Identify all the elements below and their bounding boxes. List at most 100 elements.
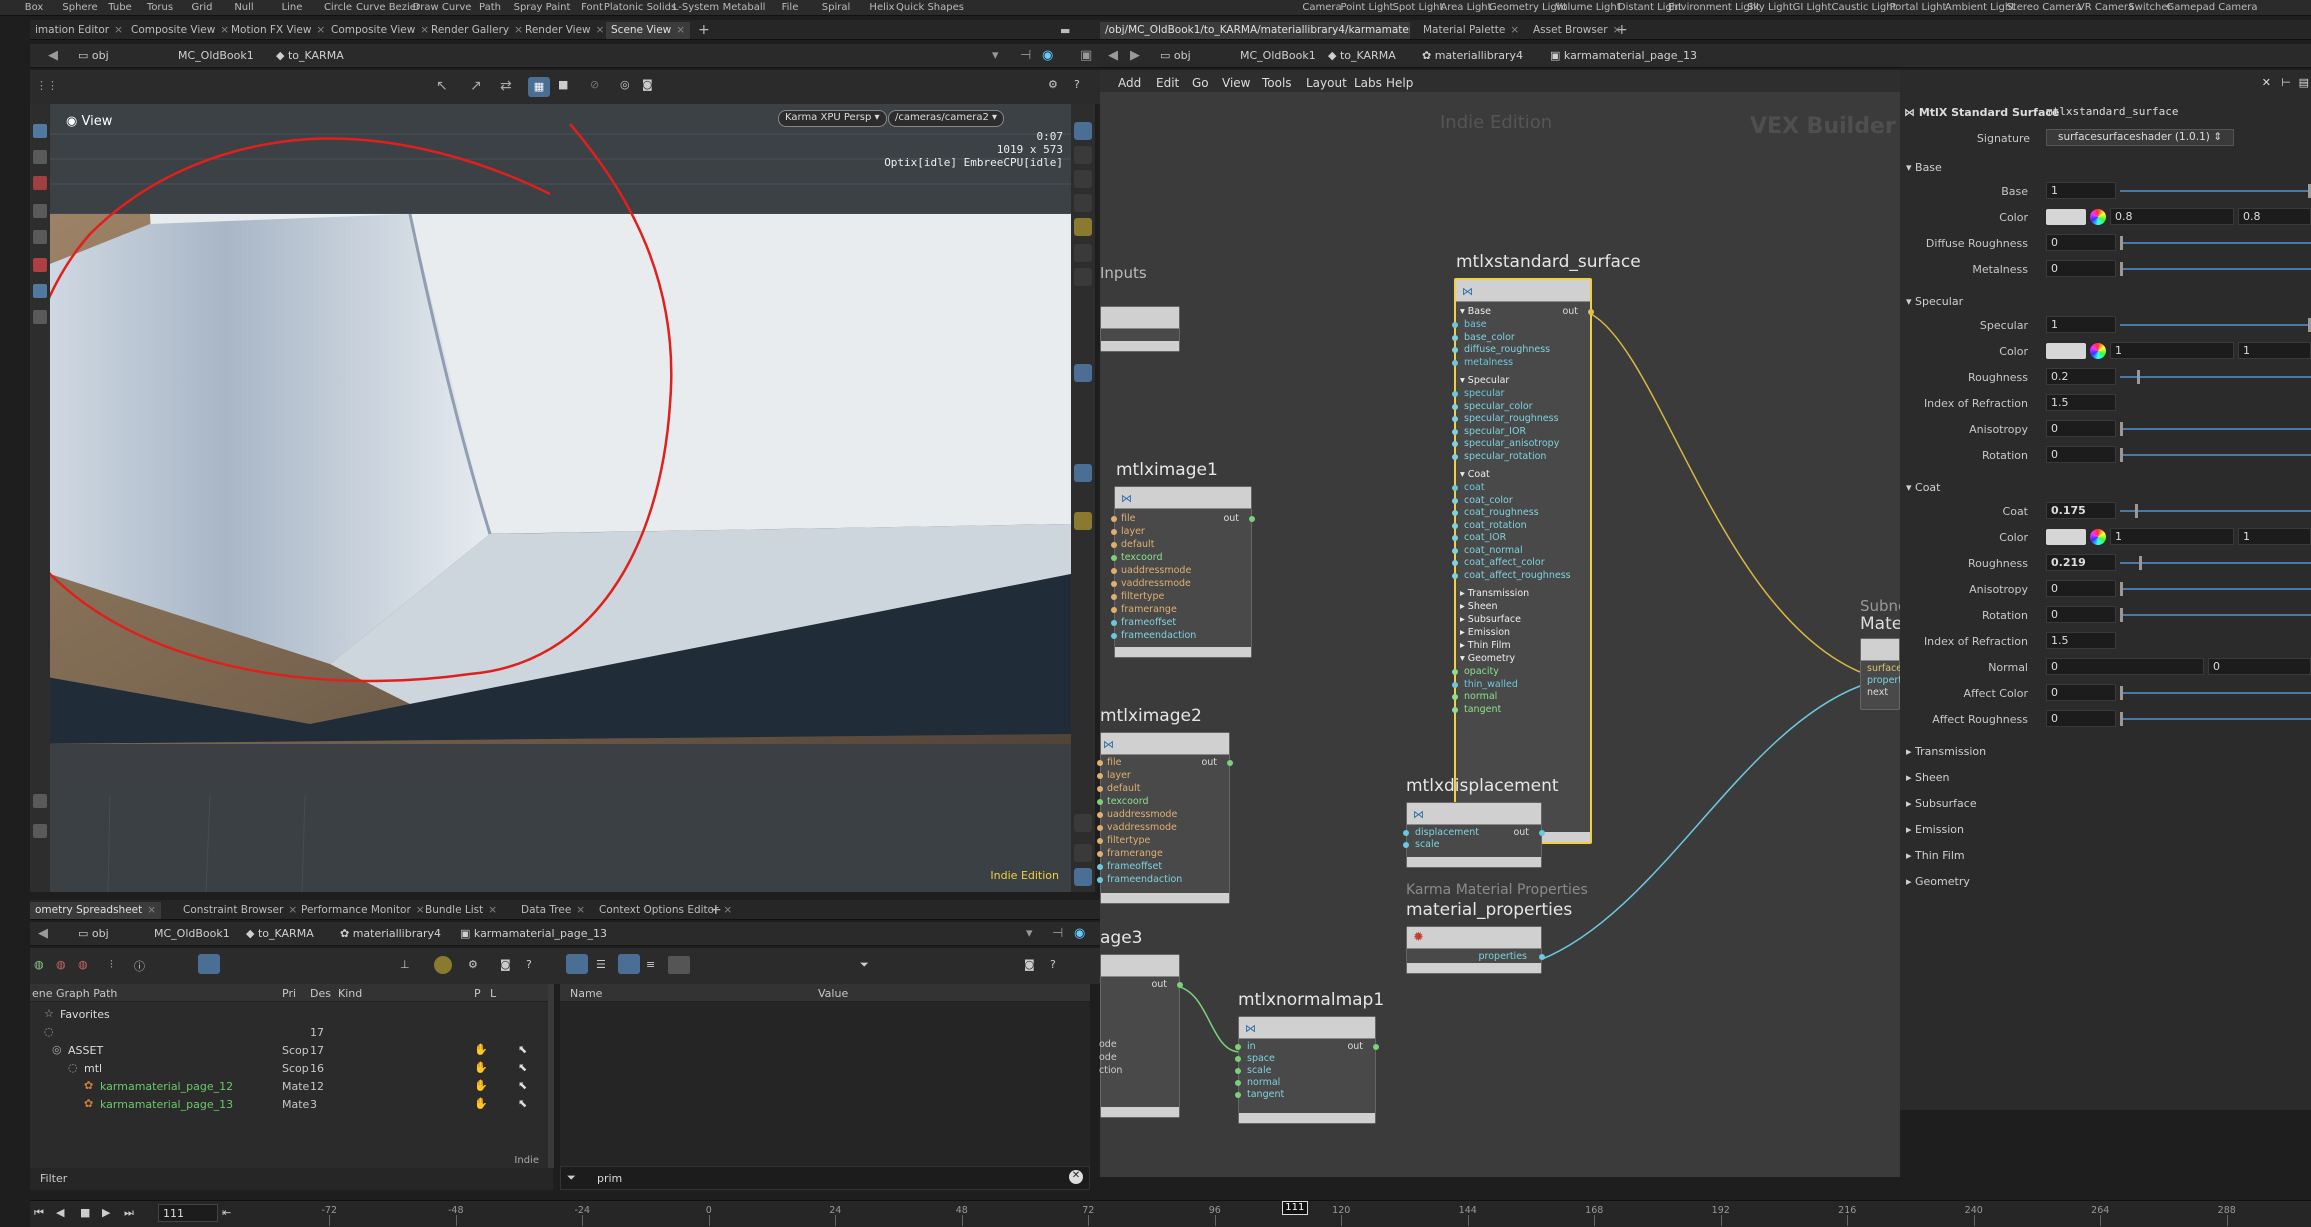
input-port-dot[interactable] [1111,516,1117,522]
node-mtlxnormalmap1[interactable]: ⋈ in space scale normal tangent out [1235,1016,1379,1124]
input-port-dot[interactable] [1235,1044,1241,1050]
path-item[interactable]: MC_OldBook1 [154,927,230,940]
input-port-dot[interactable] [1452,510,1458,516]
shelf-tool[interactable]: Circle [324,2,352,13]
input-port-dot[interactable] [1452,497,1458,504]
layout-icon[interactable]: ▣ [1080,48,1092,63]
brush2-icon[interactable] [33,824,47,838]
shelf-tool[interactable]: Helix [869,2,894,13]
input-port-dot[interactable] [1452,347,1458,353]
value-field-roughness[interactable]: 0.2 [2046,368,2116,385]
shelf-tool[interactable]: Camera [1302,2,1341,13]
input-port-dot[interactable] [1452,694,1458,700]
settings-gear-icon[interactable]: ⚙ [468,958,478,971]
filter-label[interactable]: Filter [40,1172,67,1185]
input-port-dot[interactable] [1452,535,1458,541]
value-field-rotation[interactable]: 0 [2046,606,2116,623]
slider-knob[interactable] [2120,686,2123,700]
value-field-affect-color[interactable]: 0 [2046,684,2116,701]
output-port-dot[interactable] [1588,309,1594,315]
handle-tool-icon[interactable]: ⇄ [500,78,512,94]
close-icon[interactable]: × [114,24,123,36]
input-port-dot[interactable] [1235,1068,1241,1074]
value-field-anisotropy[interactable]: 0 [2046,580,2116,597]
value-slider[interactable] [2120,562,2311,564]
wrench-icon[interactable]: ✕ [2262,76,2271,89]
camera-menu[interactable]: /cameras/camera2 ▾ [888,110,1005,127]
link-icon[interactable]: ◉ [1042,48,1053,63]
slider-knob[interactable] [2120,608,2123,622]
rows-icon[interactable]: ≡ [646,958,655,971]
section-coat[interactable]: ▾ Coat [1906,481,1940,494]
node-mtlxstandard-surface[interactable]: ⋈ ▾ Base base base_color diffuse_roughness me… [1452,278,1594,844]
node-subnet-output[interactable]: surface propert next [1860,638,1902,710]
group-sheen[interactable]: ▸ Sheen [1460,601,1498,612]
filter-icon[interactable]: ⏷ [860,958,869,972]
shelf-tool[interactable]: Line [282,2,303,13]
menu-go[interactable]: Go [1192,76,1209,90]
slider-knob[interactable] [2120,582,2123,596]
clear-icon[interactable]: ✕ [1069,1170,1083,1184]
value-slider[interactable] [2120,692,2311,694]
section-thin-film[interactable]: ▸ Thin Film [1906,849,1965,862]
col-value[interactable]: Value [818,987,848,1000]
help-icon[interactable]: ? [1050,958,1056,971]
value-field-anisotropy[interactable]: 0 [2046,420,2116,437]
tab-asset-browser[interactable]: Asset Browser × [1528,22,1626,39]
path-root[interactable]: ▭ obj [1160,49,1191,62]
close-icon[interactable]: × [723,904,732,916]
visibility-icon[interactable]: ✋ [474,1097,488,1110]
group-transmission[interactable]: ▸ Transmission [1460,588,1529,599]
color-value-field[interactable]: 1 [2238,528,2311,545]
group-subsurface[interactable]: ▸ Subsurface [1460,614,1521,625]
tab-constraint-browser[interactable]: Constraint Browser × [178,902,302,919]
shelf-tool[interactable]: Platonic Solids [604,2,676,13]
display-icon[interactable] [1074,122,1092,140]
tab-performance-monitor[interactable]: Performance Monitor × [296,902,430,919]
node-name-field[interactable]: mtlxstandard_surface [2042,104,2311,121]
first-frame-icon[interactable]: ⏮ [34,1206,44,1220]
value-slider[interactable] [2120,510,2311,512]
path-item[interactable]: ✿ materiallibrary4 [340,927,441,940]
handle-icon[interactable]: ⋮⋮ [36,79,58,92]
snapshot-icon[interactable]: ◎ [620,78,630,91]
scene-icon[interactable]: ◍ [78,958,88,971]
magnet-icon[interactable] [33,258,47,272]
vector-field[interactable]: 0 [2046,658,2204,675]
grid-icon[interactable] [1074,464,1092,482]
cursor-icon[interactable]: ⬉ [518,1043,527,1056]
slider-knob[interactable] [2120,422,2123,436]
color-value-field[interactable]: 0.8 [2238,208,2311,225]
value-field-rotation[interactable]: 0 [2046,446,2116,463]
value-slider[interactable] [2120,268,2311,270]
back-arrow-icon[interactable]: ◀ [48,48,58,63]
shelf-tool[interactable]: Spot Light [1393,2,1444,13]
col-des[interactable]: Des [310,987,331,1000]
input-port-dot[interactable] [1097,799,1103,805]
value-field-roughness[interactable]: 0.219 [2046,554,2116,571]
input-port-dot[interactable] [1111,542,1117,548]
view-mode-icon[interactable] [1074,364,1092,382]
shade-icon[interactable] [1074,194,1092,212]
col-kind[interactable]: Kind [338,987,362,1000]
output-port-dot[interactable] [1539,830,1545,836]
menu-tools[interactable]: Tools [1262,76,1292,90]
stop-icon[interactable]: ■ [80,1206,90,1219]
shelf-tool[interactable]: GI Light [1793,2,1832,13]
input-port-dot[interactable] [1452,522,1458,529]
lock-icon[interactable] [1074,146,1092,164]
input-port-dot[interactable] [1097,812,1103,818]
output-port-dot[interactable] [1227,760,1233,766]
value-field-index-of-refraction[interactable]: 1.5 [2046,394,2116,411]
path-root[interactable]: ▭ obj [78,49,109,62]
columns-icon[interactable] [618,954,640,974]
shelf-tool[interactable]: Box [25,2,44,13]
tab-obj-mc-oldbook1-to-karma-materiallibrary4-karmamaterial-pa[interactable]: /obj/MC_OldBook1/to_KARMA/materiallibrar… [1100,22,1410,39]
value-slider[interactable] [2120,324,2311,326]
shelf-tool[interactable]: Sphere [62,2,97,13]
input-port-dot[interactable] [1452,560,1458,566]
input-port-dot[interactable] [1452,334,1458,341]
node-mtlximage2[interactable]: ⋈ file layer default texcoord uaddressmode vad… [1097,732,1233,904]
value-field-diffuse-roughness[interactable]: 0 [2046,234,2116,251]
output-port-dot[interactable] [1177,982,1183,988]
